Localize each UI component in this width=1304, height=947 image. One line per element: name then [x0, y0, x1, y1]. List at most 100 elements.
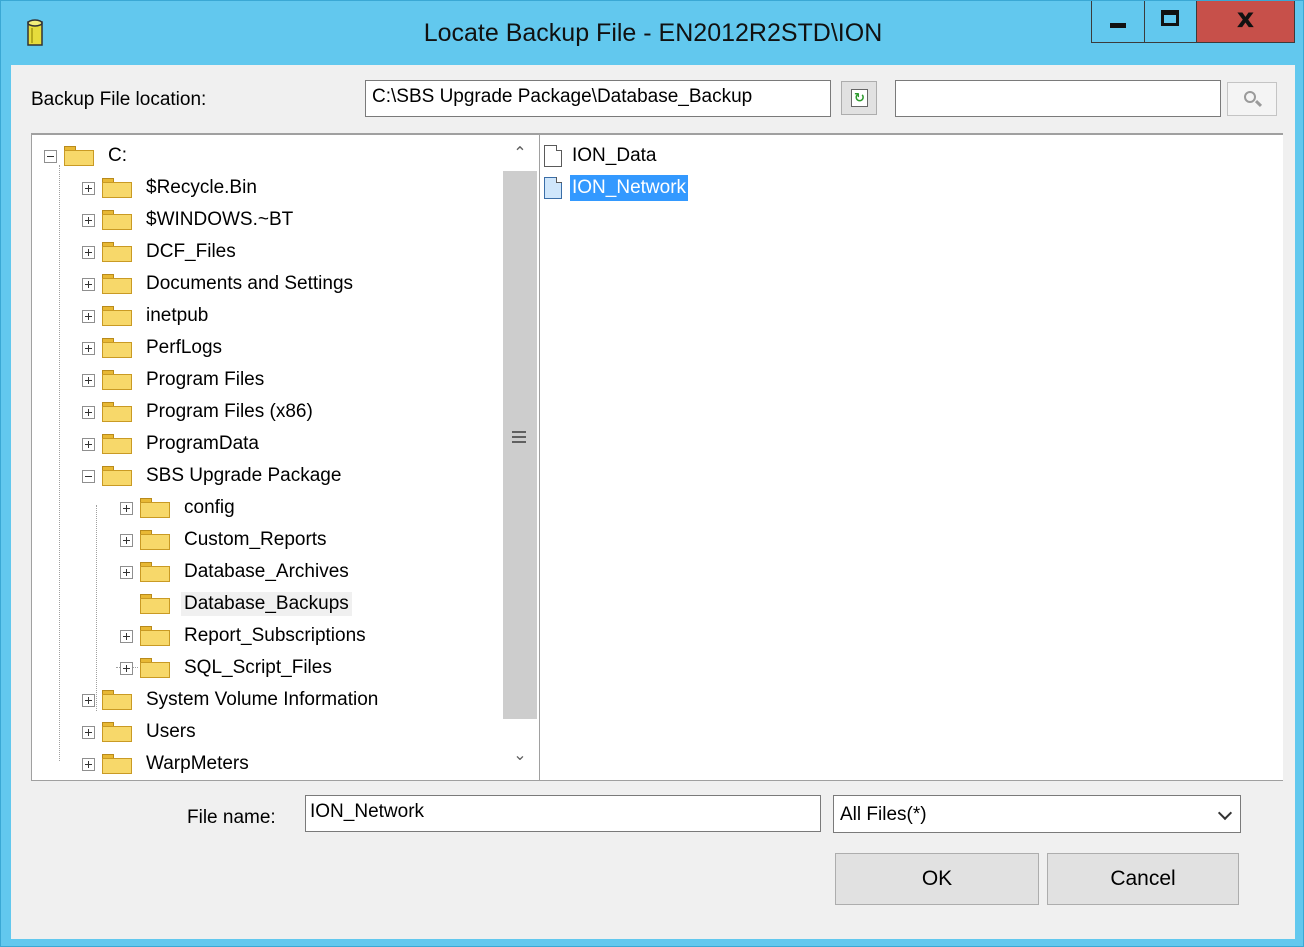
expand-icon[interactable]	[82, 245, 95, 259]
folder-tree[interactable]: C: $Recycle.Bin $WINDOWS.~BT DCF_Files D…	[32, 135, 500, 779]
tree-item-label: Program Files (x86)	[146, 401, 313, 422]
expand-icon[interactable]	[82, 693, 95, 707]
tree-item[interactable]: DCF_Files	[82, 237, 239, 267]
search-input[interactable]	[895, 80, 1221, 117]
expand-icon[interactable]	[82, 213, 95, 227]
close-button[interactable]: x	[1197, 1, 1295, 43]
folder-icon	[139, 530, 171, 550]
file-icon	[544, 145, 562, 167]
tree-item-label: PerfLogs	[146, 337, 223, 358]
tree-item[interactable]: Users	[82, 717, 199, 747]
file-item-selected[interactable]: ION_Network	[544, 173, 689, 203]
tree-item-label: $WINDOWS.~BT	[146, 209, 294, 230]
expand-icon[interactable]	[82, 405, 95, 419]
scroll-up-icon[interactable]: ⌃	[500, 137, 540, 171]
expand-icon[interactable]	[82, 181, 95, 195]
expand-icon[interactable]	[120, 629, 133, 643]
tree-item[interactable]: Documents and Settings	[82, 269, 356, 299]
file-name-input[interactable]: ION_Network	[305, 795, 821, 832]
collapse-icon[interactable]	[82, 469, 95, 483]
tree-item[interactable]: $WINDOWS.~BT	[82, 205, 296, 235]
expand-icon[interactable]	[82, 437, 95, 451]
locate-backup-dialog: Locate Backup File - EN2012R2STD\ION x B…	[0, 0, 1304, 947]
scroll-down-icon[interactable]: ⌄	[500, 739, 540, 773]
backup-location-input[interactable]: C:\SBS Upgrade Package\Database_Backup	[365, 80, 831, 117]
refresh-icon: ↻	[851, 89, 868, 107]
tree-item-label: Documents and Settings	[146, 273, 354, 294]
folder-icon	[101, 370, 133, 390]
file-item-label: ION_Data	[572, 145, 657, 166]
tree-item[interactable]: Database_Archives	[120, 557, 352, 587]
tree-item-c-drive[interactable]: C:	[44, 141, 130, 171]
expand-icon[interactable]	[82, 341, 95, 355]
tree-item-selected[interactable]: Database_Backups	[120, 589, 352, 619]
refresh-button[interactable]: ↻	[841, 81, 877, 115]
expand-icon[interactable]	[120, 533, 133, 547]
file-item-label: ION_Network	[570, 175, 689, 201]
scrollbar-thumb[interactable]	[503, 171, 537, 719]
title-bar[interactable]: Locate Backup File - EN2012R2STD\ION x	[1, 1, 1304, 65]
tree-guide	[59, 165, 60, 761]
collapse-icon[interactable]	[44, 149, 57, 163]
file-icon	[544, 177, 562, 199]
folder-icon	[101, 306, 133, 326]
search-icon-handle	[1254, 99, 1263, 108]
maximize-button[interactable]	[1145, 1, 1197, 43]
file-list-pane[interactable]: ION_Data ION_Network	[539, 135, 1283, 781]
tree-item-label: SQL_Script_Files	[184, 657, 332, 678]
chevron-down-icon	[1217, 805, 1233, 821]
folder-icon	[101, 722, 133, 742]
expand-icon[interactable]	[82, 757, 95, 771]
folder-icon	[101, 178, 133, 198]
grip-icon	[512, 431, 526, 446]
folder-icon	[139, 498, 171, 518]
folder-tree-pane[interactable]: C: $Recycle.Bin $WINDOWS.~BT DCF_Files D…	[31, 135, 541, 781]
expand-icon[interactable]	[120, 501, 133, 515]
cancel-button[interactable]: Cancel	[1047, 853, 1239, 905]
tree-item[interactable]: Custom_Reports	[120, 525, 330, 555]
dialog-body: Backup File location: C:\SBS Upgrade Pac…	[11, 65, 1295, 939]
search-button[interactable]	[1227, 82, 1277, 116]
tree-item[interactable]: System Volume Information	[82, 685, 381, 715]
folder-icon	[101, 338, 133, 358]
file-type-select[interactable]: All Files(*)	[833, 795, 1241, 833]
expand-icon[interactable]	[120, 661, 133, 675]
tree-guide	[96, 505, 97, 711]
tree-item-label: Custom_Reports	[184, 529, 327, 550]
tree-item-label: Database_Archives	[184, 561, 349, 582]
tree-item-label: config	[184, 497, 235, 518]
folder-icon	[139, 594, 171, 614]
expand-icon[interactable]	[82, 725, 95, 739]
tree-item-label: Program Files	[146, 369, 265, 390]
tree-scrollbar[interactable]: ⌃ ⌄	[500, 135, 540, 779]
file-item[interactable]: ION_Data	[544, 141, 658, 171]
tree-item[interactable]: PerfLogs	[82, 333, 225, 363]
expand-icon[interactable]	[120, 565, 133, 579]
tree-item[interactable]: SBS Upgrade Package	[82, 461, 344, 491]
tree-item[interactable]: SQL_Script_Files	[120, 653, 335, 683]
ok-button[interactable]: OK	[835, 853, 1039, 905]
tree-item[interactable]: WarpMeters	[82, 749, 252, 779]
maximize-icon	[1161, 10, 1179, 26]
tree-item[interactable]: $Recycle.Bin	[82, 173, 260, 203]
folder-icon	[101, 754, 133, 774]
tree-item-label: Report_Subscriptions	[184, 625, 366, 646]
folder-icon	[101, 402, 133, 422]
tree-item[interactable]: Program Files (x86)	[82, 397, 316, 427]
expand-icon[interactable]	[82, 309, 95, 323]
tree-item-label: $Recycle.Bin	[146, 177, 257, 198]
tree-item[interactable]: Program Files	[82, 365, 267, 395]
minimize-button[interactable]	[1091, 1, 1145, 43]
expand-icon[interactable]	[82, 373, 95, 387]
folder-icon	[101, 210, 133, 230]
tree-item[interactable]: Report_Subscriptions	[120, 621, 369, 651]
tree-item[interactable]: config	[120, 493, 238, 523]
minimize-icon	[1110, 23, 1126, 28]
expand-icon[interactable]	[82, 277, 95, 291]
tree-item[interactable]: inetpub	[82, 301, 211, 331]
tree-item[interactable]: ProgramData	[82, 429, 262, 459]
close-icon: x	[1236, 3, 1255, 34]
tree-item-label: SBS Upgrade Package	[146, 465, 342, 486]
folder-icon	[101, 466, 133, 486]
backup-location-label: Backup File location:	[31, 89, 207, 110]
